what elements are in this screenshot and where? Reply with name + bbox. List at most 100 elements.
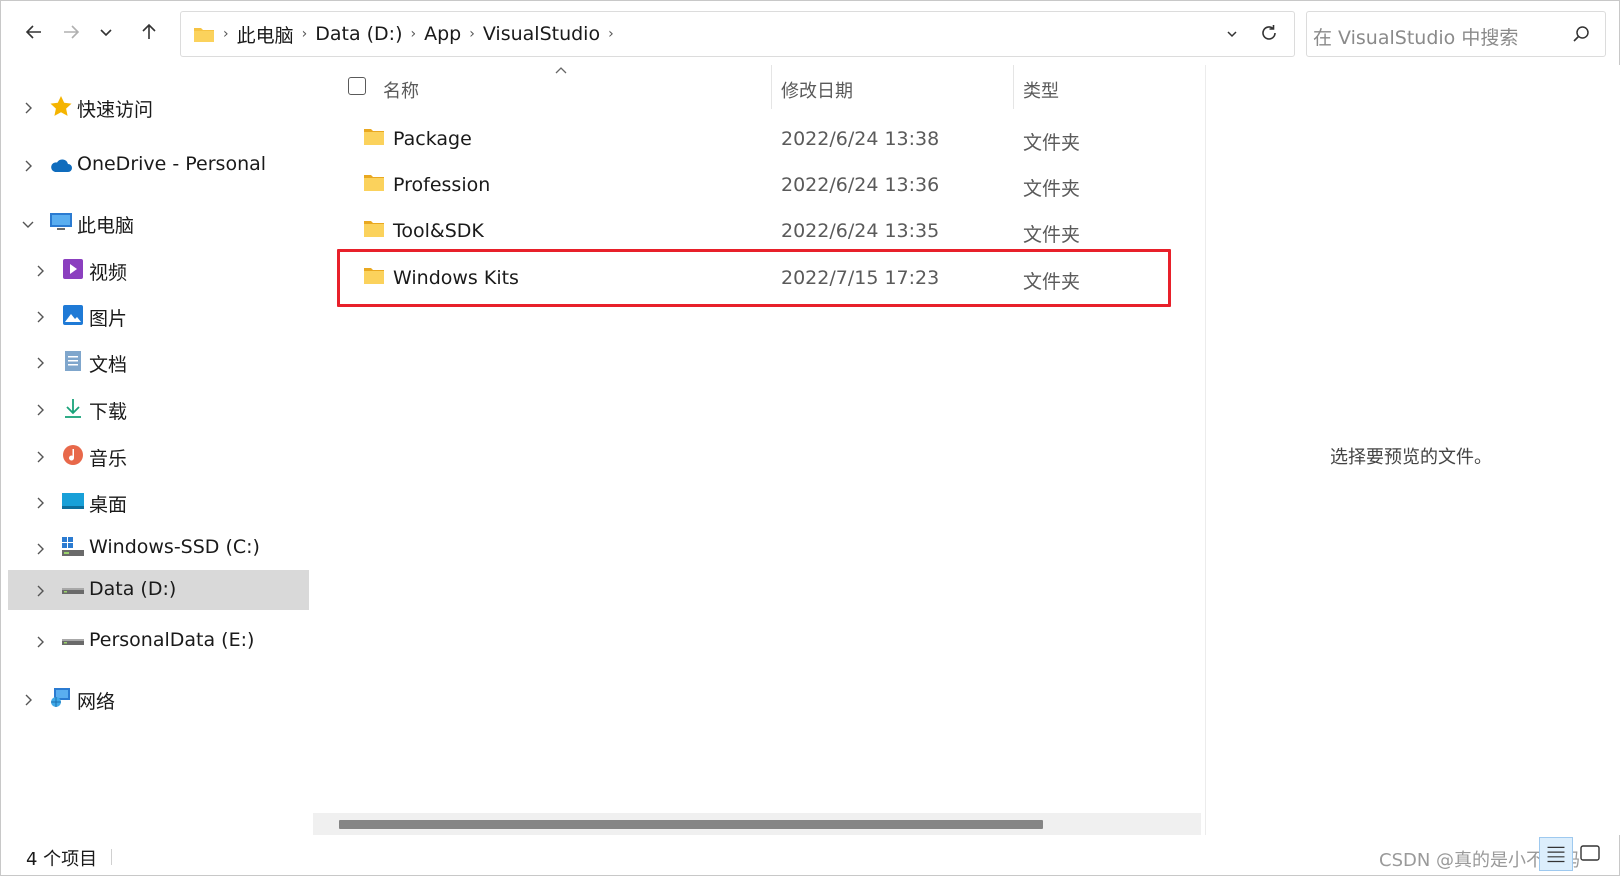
chevron-right-icon[interactable] bbox=[33, 449, 47, 463]
sidebar-item-label: 快速访问 bbox=[77, 99, 154, 121]
breadcrumb-separator: › bbox=[223, 26, 229, 42]
large-icons-view-icon[interactable] bbox=[1579, 843, 1601, 865]
status-divider bbox=[111, 849, 112, 865]
select-all-checkbox[interactable] bbox=[348, 77, 366, 95]
details-view-icon bbox=[1547, 846, 1565, 863]
column-date[interactable]: 修改日期 bbox=[781, 77, 853, 103]
star-icon bbox=[50, 96, 72, 116]
chevron-right-icon[interactable] bbox=[21, 100, 35, 114]
document-icon bbox=[65, 351, 81, 371]
sidebar-item-videos[interactable]: 视频 bbox=[3, 250, 309, 290]
music-icon bbox=[63, 445, 83, 465]
sidebar-item-quick-access[interactable]: 快速访问 bbox=[3, 87, 309, 127]
chevron-right-icon[interactable] bbox=[33, 583, 47, 597]
breadcrumb-separator[interactable]: › bbox=[608, 26, 614, 42]
sidebar-item-this-pc[interactable]: 此电脑 bbox=[3, 203, 309, 243]
file-name[interactable]: Tool&SDK bbox=[393, 220, 484, 242]
chevron-right-icon[interactable] bbox=[33, 402, 47, 416]
sidebar-item-onedrive[interactable]: OneDrive - Personal bbox=[3, 145, 309, 185]
sidebar-item-drive-d[interactable]: Data (D:) bbox=[8, 570, 309, 610]
file-row-package[interactable]: Package 2022/6/24 13:38 文件夹 bbox=[311, 116, 1203, 162]
file-type: 文件夹 bbox=[1023, 132, 1081, 154]
cloud-icon bbox=[51, 159, 72, 172]
toolbar: › 此电脑 › Data (D:) › App › VisualStudio ›… bbox=[1, 1, 1619, 65]
sidebar-item-desktop[interactable]: 桌面 bbox=[3, 482, 309, 522]
sidebar-item-downloads[interactable]: 下载 bbox=[3, 389, 309, 429]
sidebar-item-network[interactable]: 网络 bbox=[3, 679, 309, 719]
file-type: 文件夹 bbox=[1023, 224, 1081, 246]
highlight-annotation-box bbox=[337, 249, 1171, 307]
file-explorer-window: › 此电脑 › Data (D:) › App › VisualStudio ›… bbox=[0, 0, 1620, 876]
chevron-right-icon[interactable] bbox=[33, 309, 47, 323]
sidebar-item-label: Data (D:) bbox=[89, 578, 177, 600]
breadcrumb-separator[interactable]: › bbox=[411, 26, 417, 42]
sort-ascending-icon bbox=[555, 67, 567, 74]
status-bar: 4 个项目 CSDN @真的是小不点吗 bbox=[1, 837, 1619, 875]
chevron-down-icon bbox=[100, 29, 112, 37]
chevron-right-icon[interactable] bbox=[33, 495, 47, 509]
sidebar-item-label: 此电脑 bbox=[77, 215, 135, 237]
horizontal-scrollbar[interactable] bbox=[313, 813, 1201, 835]
preview-message: 选择要预览的文件。 bbox=[1330, 447, 1492, 468]
chevron-right-icon[interactable] bbox=[21, 158, 35, 172]
file-name[interactable]: Profession bbox=[393, 174, 490, 196]
breadcrumb-visualstudio[interactable]: VisualStudio bbox=[483, 23, 600, 45]
chevron-right-icon[interactable] bbox=[33, 355, 47, 369]
search-box[interactable]: 在 VisualStudio 中搜索 bbox=[1306, 11, 1606, 57]
desktop-icon bbox=[62, 493, 84, 509]
address-history-chevron-icon[interactable] bbox=[1224, 26, 1240, 42]
sidebar-item-drive-c[interactable]: Windows-SSD (C:) bbox=[3, 528, 309, 568]
download-icon bbox=[65, 399, 81, 418]
recent-locations-button[interactable] bbox=[91, 17, 121, 47]
file-date: 2022/6/24 13:36 bbox=[781, 174, 940, 196]
search-placeholder[interactable]: 在 VisualStudio 中搜索 bbox=[1313, 23, 1518, 50]
preview-pane: 选择要预览的文件。 bbox=[1205, 65, 1620, 835]
sidebar-item-drive-e[interactable]: PersonalData (E:) bbox=[3, 621, 309, 661]
sidebar-item-music[interactable]: 音乐 bbox=[3, 436, 309, 476]
sidebar-item-label: 桌面 bbox=[89, 494, 128, 516]
sidebar-item-label: PersonalData (E:) bbox=[89, 629, 255, 651]
search-icon[interactable] bbox=[1571, 24, 1591, 44]
refresh-icon[interactable] bbox=[1258, 22, 1280, 44]
up-button[interactable] bbox=[134, 17, 164, 47]
file-name[interactable]: Package bbox=[393, 128, 472, 150]
arrow-right-icon bbox=[64, 25, 80, 39]
sidebar-item-pictures[interactable]: 图片 bbox=[3, 296, 309, 336]
item-count: 4 个项目 bbox=[26, 849, 98, 870]
drive-icon bbox=[62, 639, 84, 645]
arrow-up-icon bbox=[142, 23, 156, 39]
file-date: 2022/6/24 13:35 bbox=[781, 220, 940, 242]
network-icon bbox=[51, 688, 70, 707]
sidebar-item-documents[interactable]: 文档 bbox=[3, 342, 309, 382]
breadcrumb-this-pc[interactable]: 此电脑 bbox=[237, 21, 294, 48]
scrollbar-thumb[interactable] bbox=[339, 820, 1043, 829]
sidebar-item-label: 音乐 bbox=[89, 448, 128, 470]
file-list: 名称 修改日期 类型 Package 2022/6/24 13:38 文件夹 P… bbox=[311, 65, 1203, 835]
column-name[interactable]: 名称 bbox=[383, 77, 419, 103]
breadcrumb-app[interactable]: App bbox=[424, 23, 461, 45]
sidebar-item-label: 文档 bbox=[89, 354, 128, 376]
details-view-button[interactable] bbox=[1539, 837, 1573, 871]
sidebar-item-label: Windows-SSD (C:) bbox=[89, 536, 260, 558]
back-button[interactable] bbox=[19, 17, 49, 47]
chevron-right-icon[interactable] bbox=[33, 263, 47, 277]
system-drive-icon bbox=[62, 537, 84, 556]
column-divider[interactable] bbox=[771, 65, 772, 109]
column-divider[interactable] bbox=[1013, 65, 1014, 109]
file-row-tool-sdk[interactable]: Tool&SDK 2022/6/24 13:35 文件夹 bbox=[311, 208, 1203, 254]
chevron-right-icon[interactable] bbox=[21, 692, 35, 706]
pictures-icon bbox=[63, 305, 83, 325]
chevron-right-icon[interactable] bbox=[33, 634, 47, 648]
sidebar-item-label: 网络 bbox=[77, 691, 116, 713]
chevron-right-icon[interactable] bbox=[33, 541, 47, 555]
address-bar[interactable]: › 此电脑 › Data (D:) › App › VisualStudio › bbox=[180, 11, 1295, 57]
folder-icon bbox=[364, 175, 384, 191]
breadcrumb-separator[interactable]: › bbox=[302, 26, 308, 42]
chevron-down-icon[interactable] bbox=[21, 216, 35, 230]
breadcrumb-separator[interactable]: › bbox=[469, 26, 475, 42]
column-type[interactable]: 类型 bbox=[1023, 77, 1059, 103]
forward-button[interactable] bbox=[56, 17, 86, 47]
breadcrumb-data-d[interactable]: Data (D:) bbox=[315, 23, 402, 45]
folder-icon bbox=[194, 28, 214, 42]
file-row-profession[interactable]: Profession 2022/6/24 13:36 文件夹 bbox=[311, 162, 1203, 208]
